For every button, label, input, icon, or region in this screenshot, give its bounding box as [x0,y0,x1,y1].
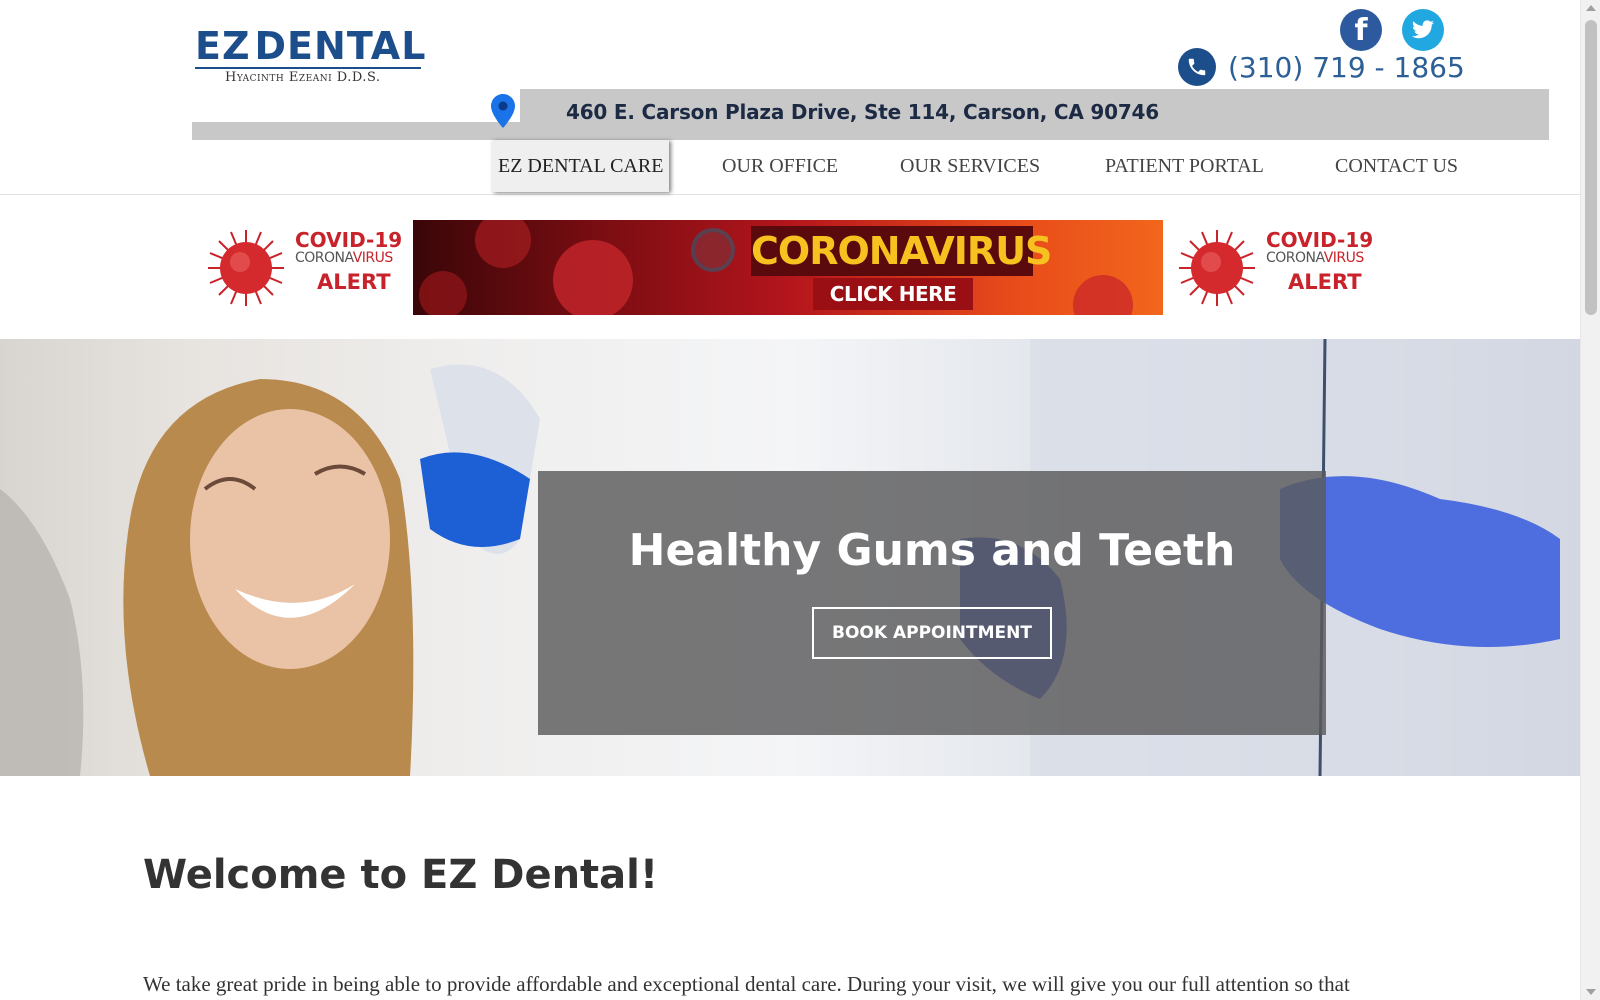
covid-alert-label: ALERT [1288,270,1362,294]
covid-subtitle-right: VIRUS [352,250,394,266]
scroll-down-arrow-icon[interactable] [1586,989,1596,995]
coronavirus-banner[interactable]: CORONAVIRUS CLICK HERE [413,220,1163,315]
main-nav: EZ DENTAL CARE OUR OFFICE OUR SERVICES P… [0,140,1580,195]
virus-icon [208,230,284,306]
twitter-bird-icon [1412,20,1434,39]
coronavirus-headline: CORONAVIRUS [751,226,1052,276]
phone-number[interactable]: (310) 719 - 1865 [1228,51,1465,84]
facebook-icon[interactable]: f [1340,9,1382,51]
covid-subtitle: CORONAVIRUS [295,250,393,266]
scroll-thumb[interactable] [1585,20,1597,315]
phone-contact[interactable]: (310) 719 - 1865 [1178,48,1465,86]
covid-subtitle: CORONAVIRUS [1266,250,1364,266]
covid-title: COVID-19 [1266,228,1374,252]
logo-subtitle: Hyacinth Ezeani D.D.S. [225,70,381,85]
page-scrollbar[interactable] [1580,0,1600,1000]
covid-subtitle-left: CORONA [295,250,353,266]
logo-wordmark: EZ DENTAL [195,24,425,68]
covid-subtitle-right: VIRUS [1323,250,1365,266]
virus-icon [1179,230,1255,306]
covid-alert-right[interactable]: COVID-19 CORONAVIRUS ALERT [1173,220,1378,315]
map-pin-icon [491,94,515,128]
book-appointment-button[interactable]: BOOK APPOINTMENT [812,607,1052,659]
welcome-paragraph: We take great pride in being able to pro… [143,972,1350,996]
site-logo[interactable]: EZ DENTAL Hyacinth Ezeani D.D.S. [195,24,425,88]
nav-item-patient-portal[interactable]: PATIENT PORTAL [1105,140,1264,192]
covid-alert-label: ALERT [317,270,391,294]
click-here-button[interactable]: CLICK HERE [813,278,973,310]
scroll-up-arrow-icon[interactable] [1586,5,1596,11]
logo-text-left: EZ [195,24,251,68]
hero-title: Healthy Gums and Teeth [628,525,1236,576]
phone-icon [1178,48,1216,86]
welcome-heading: Welcome to EZ Dental! [143,852,659,898]
logo-divider [195,67,421,69]
twitter-icon[interactable] [1402,9,1444,51]
covid-alert-left[interactable]: COVID-19 CORONAVIRUS ALERT [202,220,407,315]
nav-item-our-office[interactable]: OUR OFFICE [722,140,838,192]
nav-item-contact-us[interactable]: CONTACT US [1335,140,1458,192]
nav-item-ez-dental-care[interactable]: EZ DENTAL CARE [492,140,670,192]
hero-overlay-panel: Healthy Gums and Teeth BOOK APPOINTMENT [538,471,1326,735]
covid-title: COVID-19 [295,228,403,252]
logo-text-right: DENTAL [254,24,427,68]
office-address: 460 E. Carson Plaza Drive, Ste 114, Cars… [566,100,1159,124]
nav-item-our-services[interactable]: OUR SERVICES [900,140,1040,192]
hero-section: Healthy Gums and Teeth BOOK APPOINTMENT [0,339,1580,776]
covid-subtitle-left: CORONA [1266,250,1324,266]
